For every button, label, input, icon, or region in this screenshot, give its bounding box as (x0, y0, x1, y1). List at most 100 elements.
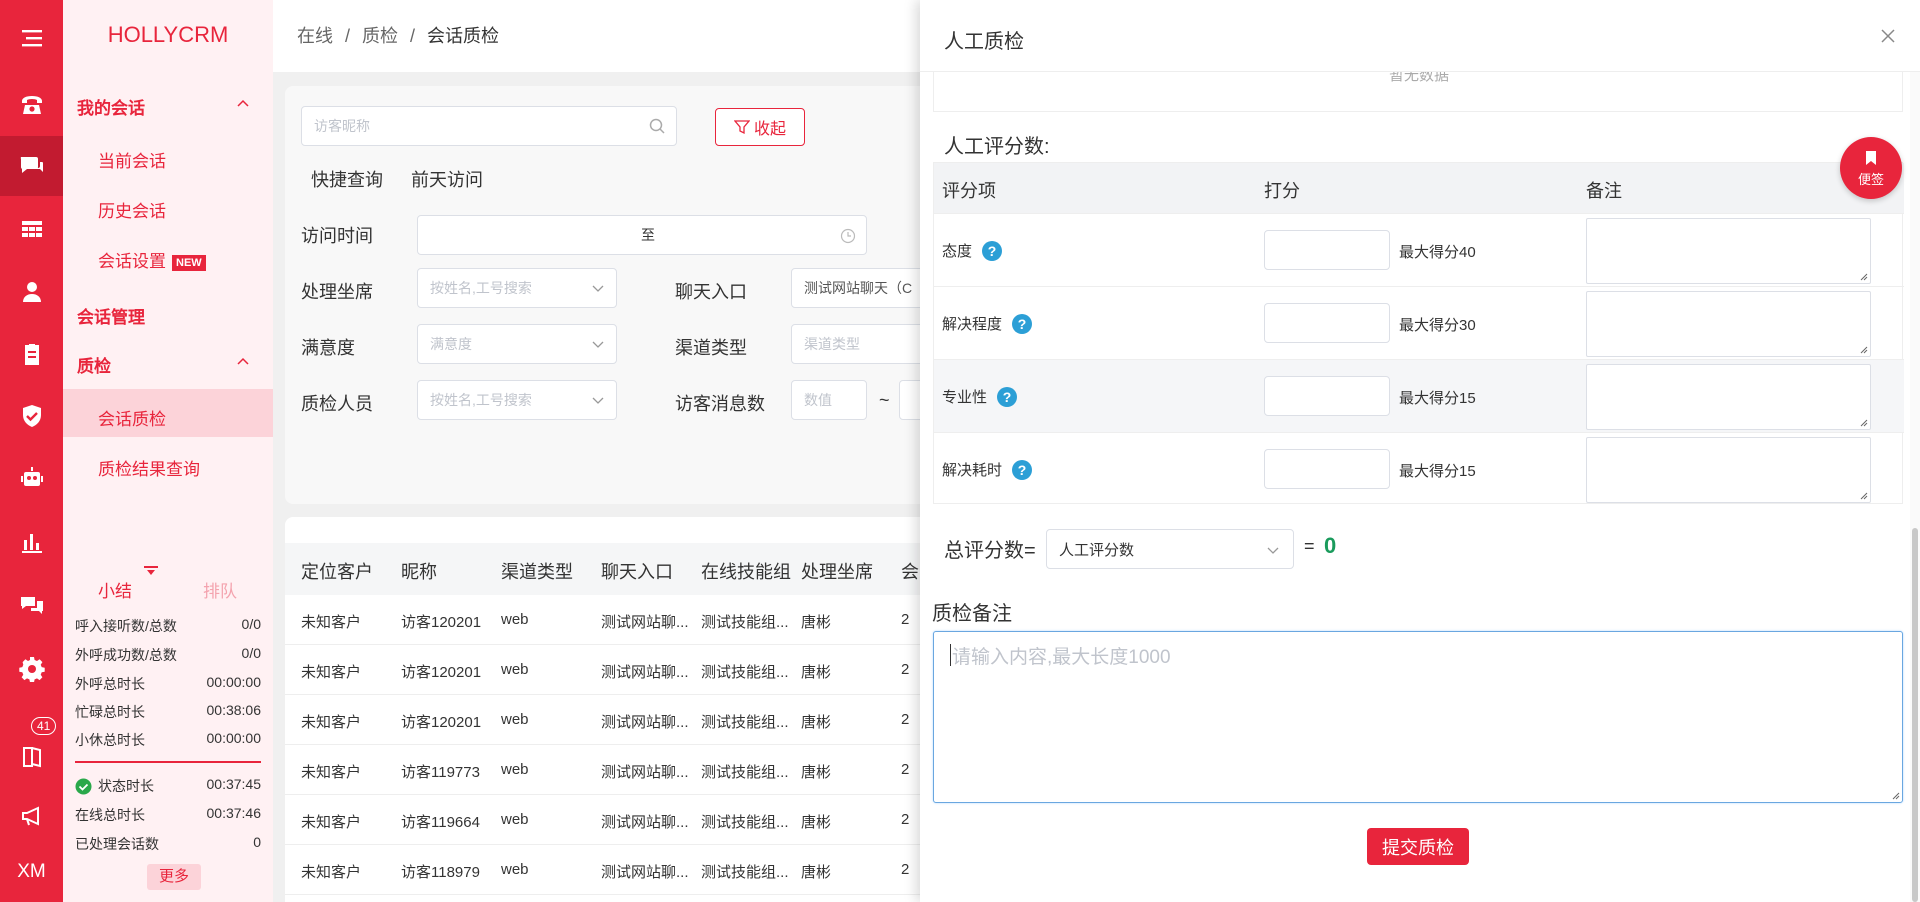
rail-broadcast[interactable] (0, 786, 63, 846)
sidebar-group-qc[interactable]: 质检 (77, 352, 111, 377)
rail-clipboard[interactable] (0, 324, 63, 384)
scrollbar[interactable] (1910, 72, 1920, 902)
rail-message[interactable] (0, 575, 63, 635)
visit-time-range[interactable]: 至 (417, 215, 867, 255)
breadcrumb-qc[interactable]: 质检 (362, 26, 398, 46)
rail-notices[interactable]: 41 (0, 717, 63, 786)
filter-icon (733, 120, 750, 135)
column-header[interactable]: 聊天入口 (601, 558, 673, 584)
sidebar-group-my-sessions[interactable]: 我的会话 (77, 94, 145, 119)
chevron-up-icon[interactable] (236, 97, 250, 111)
table-row[interactable]: 未知客户 访客119773 web 测试网站聊... 测试技能组... 唐彬 2 (285, 745, 985, 795)
chevron-up-icon[interactable] (236, 355, 250, 369)
megaphone-icon (21, 806, 39, 826)
score-row: 态度? 最大得分40 (934, 213, 1904, 286)
satisfaction-select[interactable]: 满意度 (417, 324, 617, 364)
table-row[interactable]: 未知客户 访客120201 web 测试网站聊... 测试技能组... 唐彬 2 (285, 695, 985, 745)
entry-label: 聊天入口 (675, 282, 747, 302)
panel-title: 人工质检 (944, 31, 1024, 53)
summary-tabs: 小结 排队 (63, 560, 273, 610)
check-circle-icon (75, 778, 92, 794)
robot-icon (20, 467, 43, 486)
submit-qc-button[interactable]: 提交质检 (1367, 828, 1469, 865)
rail-user[interactable] (0, 262, 63, 322)
manual-qc-panel: 人工质检 暂无数据 人工评分数: 评分项 打分 备注 态度? 最大得分40 解决… (920, 0, 1920, 902)
score-input[interactable] (1264, 230, 1390, 270)
qc-person-select[interactable]: 按姓名,工号搜索 (417, 380, 617, 420)
rail-grid[interactable] (0, 200, 63, 260)
sticky-note-button[interactable]: 便签 (1840, 137, 1902, 199)
score-input[interactable] (1264, 303, 1390, 343)
table-row[interactable]: 未知客户 访客118979 web 测试网站聊... 测试技能组... 唐彬 2 (285, 845, 985, 895)
menu-toggle[interactable] (0, 8, 63, 68)
breadcrumb-online[interactable]: 在线 (297, 26, 333, 46)
rail-robot[interactable] (0, 448, 63, 508)
column-header[interactable]: 定位客户 (301, 558, 373, 584)
icon-rail: 41 XM (0, 0, 63, 902)
sidebar-item-history-session[interactable]: 历史会话 (98, 197, 166, 222)
question-icon[interactable]: ? (982, 240, 1003, 261)
resize-handle-icon[interactable] (1858, 344, 1868, 354)
resize-handle-icon[interactable] (1890, 790, 1900, 800)
sidebar-item-session-settings[interactable]: 会话设置 NEW (98, 247, 206, 272)
score-input[interactable] (1264, 376, 1390, 416)
comments-icon (20, 597, 43, 614)
agent-select[interactable]: 按姓名,工号搜索 (417, 268, 617, 308)
no-data-text: 暂无数据 (1388, 72, 1449, 84)
resize-handle-icon[interactable] (1858, 271, 1868, 281)
sidebar-item-session-qc[interactable]: 会话质检 (98, 405, 166, 430)
more-button[interactable]: 更多 (147, 864, 201, 890)
tab-queue[interactable]: 排队 (203, 577, 237, 602)
question-icon[interactable]: ? (1012, 459, 1033, 480)
text-caret (950, 644, 951, 666)
column-header[interactable]: 在线技能组 (701, 558, 791, 584)
chevron-down-icon (592, 285, 604, 292)
summary-row: 已处理会话数 0 (75, 834, 261, 852)
rail-settings[interactable] (0, 638, 63, 698)
question-icon[interactable]: ? (1012, 313, 1033, 334)
msg-count-min-input[interactable]: 数值 (791, 380, 867, 420)
total-score-label: 总评分数= (944, 539, 1036, 562)
rail-shield[interactable] (0, 386, 63, 446)
score-note-textarea[interactable] (1586, 364, 1871, 430)
scrollbar-thumb[interactable] (1912, 528, 1918, 902)
tab-summary[interactable]: 小结 (98, 577, 132, 602)
column-header: 打分 (1264, 181, 1300, 201)
quick-query-yesterday[interactable]: 前天访问 (411, 166, 483, 192)
qc-remark-textarea[interactable]: 请输入内容,最大长度1000 (933, 631, 1903, 803)
question-icon[interactable]: ? (997, 386, 1018, 407)
column-header[interactable]: 处理坐席 (801, 558, 873, 584)
score-note-textarea[interactable] (1586, 291, 1871, 357)
notification-badge: 41 (31, 717, 57, 735)
rail-chat[interactable] (0, 136, 63, 196)
score-max: 最大得分40 (1399, 244, 1476, 261)
score-note-textarea[interactable] (1586, 437, 1871, 503)
visit-time-label: 访问时间 (301, 226, 373, 246)
score-note-textarea[interactable] (1586, 218, 1871, 284)
total-score-select[interactable]: 人工评分数 (1046, 529, 1294, 569)
score-input[interactable] (1264, 449, 1390, 489)
user-avatar[interactable]: XM (0, 842, 63, 902)
sidebar-item-qc-result[interactable]: 质检结果查询 (98, 455, 200, 480)
table-row[interactable]: 未知客户 访客119664 web 测试网站聊... 测试技能组... 唐彬 2 (285, 795, 985, 845)
empty-table: 暂无数据 (933, 72, 1903, 112)
table-row[interactable]: 未知客户 访客120201 web 测试网站聊... 测试技能组... 唐彬 2 (285, 595, 985, 645)
rail-phone[interactable] (0, 75, 63, 135)
search-icon[interactable] (649, 118, 666, 135)
column-header[interactable]: 昵称 (401, 558, 437, 584)
column-header[interactable]: 渠道类型 (501, 558, 573, 584)
resize-handle-icon[interactable] (1858, 417, 1868, 427)
column-header[interactable]: 会 (901, 558, 919, 584)
score-row: 解决程度? 最大得分30 (934, 286, 1904, 359)
table-row[interactable]: 未知客户 访客120201 web 测试网站聊... 测试技能组... 唐彬 2 (285, 645, 985, 695)
sidebar-group-session-mgmt[interactable]: 会话管理 (77, 303, 145, 328)
hamburger-icon (21, 30, 42, 47)
resize-handle-icon[interactable] (1858, 490, 1868, 500)
sidebar-item-current-session[interactable]: 当前会话 (98, 147, 166, 172)
visitor-search-input[interactable]: 访客昵称 (301, 106, 677, 146)
rail-report[interactable] (0, 512, 63, 572)
collapse-button[interactable]: 收起 (715, 108, 805, 146)
breadcrumb-current: 会话质检 (427, 26, 500, 46)
close-icon[interactable] (1880, 28, 1896, 44)
quick-query-label[interactable]: 快捷查询 (311, 166, 383, 192)
